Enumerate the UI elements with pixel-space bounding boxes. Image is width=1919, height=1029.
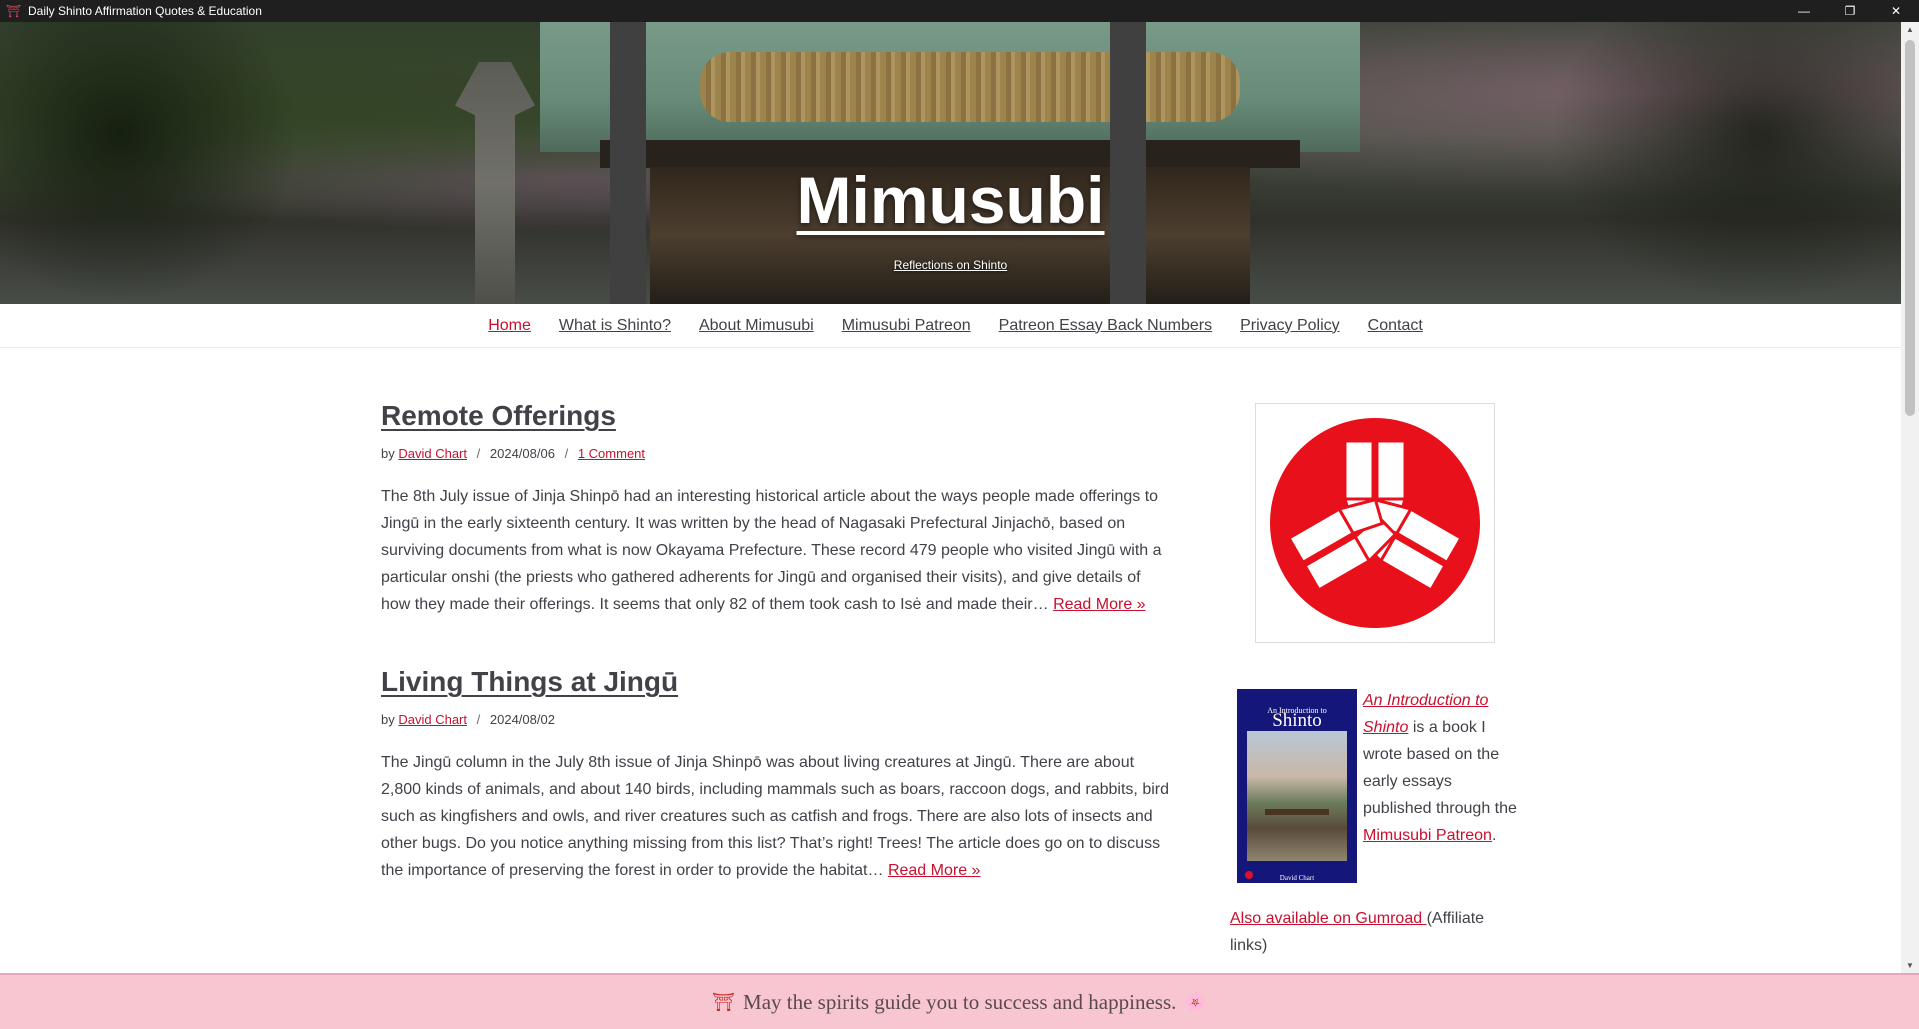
book-cover-publisher-mark bbox=[1245, 871, 1253, 879]
gumroad-link[interactable]: Also available on Gumroad bbox=[1230, 910, 1427, 927]
post-meta: by David Chart / 2024/08/06 / 1 Comment bbox=[381, 446, 1171, 461]
post-date: 2024/08/02 bbox=[489, 712, 555, 727]
restore-button[interactable]: ❐ bbox=[1827, 0, 1873, 22]
minimize-button[interactable]: — bbox=[1781, 0, 1827, 22]
mitsu-kashiwa-crest-icon bbox=[1270, 418, 1480, 628]
nav-item-home[interactable]: Home bbox=[488, 317, 531, 335]
primary-nav: Home What is Shinto? About Mimusubi Mimu… bbox=[0, 304, 1901, 348]
window-titlebar: ⛩ Daily Shinto Affirmation Quotes & Educ… bbox=[0, 0, 1919, 22]
nav-item-mimusubi-patreon[interactable]: Mimusubi Patreon bbox=[842, 317, 971, 335]
close-button[interactable]: ✕ bbox=[1873, 0, 1919, 22]
torii-icon: ⛩ bbox=[6, 4, 22, 18]
meta-separator: / bbox=[564, 446, 569, 461]
affirmation-banner: ⛩ May the spirits guide you to success a… bbox=[0, 973, 1919, 1029]
post-excerpt-text: The 8th July issue of Jinja Shinpō had a… bbox=[381, 488, 1162, 613]
gumroad-line: Also available on Gumroad (Affiliate lin… bbox=[1230, 905, 1520, 959]
post-title-link[interactable]: Remote Offerings bbox=[381, 400, 616, 431]
post-by-label: by bbox=[381, 446, 395, 461]
post-item: Remote Offerings by David Chart / 2024/0… bbox=[381, 400, 1171, 618]
meta-separator: / bbox=[476, 446, 481, 461]
hero-header: Mimusubi Reflections on Shinto bbox=[0, 22, 1901, 304]
site-logo-widget bbox=[1255, 403, 1495, 643]
post-item: Living Things at Jingū by David Chart / … bbox=[381, 666, 1171, 884]
book-cover-torii bbox=[1265, 809, 1329, 859]
post-author-link[interactable]: David Chart bbox=[398, 712, 467, 727]
scroll-up-icon[interactable]: ▲ bbox=[1901, 22, 1919, 38]
meta-separator: / bbox=[476, 712, 481, 727]
scroll-down-icon[interactable]: ▼ bbox=[1901, 958, 1919, 974]
book-cover-title: Shinto bbox=[1272, 710, 1322, 731]
post-excerpt-text: The Jingū column in the July 8th issue o… bbox=[381, 754, 1169, 879]
book-cover-author: David Chart bbox=[1279, 874, 1315, 882]
read-more-link[interactable]: Read More » bbox=[1053, 596, 1146, 613]
site-tagline-link[interactable]: Reflections on Shinto bbox=[0, 258, 1901, 272]
nav-item-patreon-essay-back-numbers[interactable]: Patreon Essay Back Numbers bbox=[999, 317, 1212, 335]
post-excerpt: The 8th July issue of Jinja Shinpō had a… bbox=[381, 483, 1171, 618]
nav-item-contact[interactable]: Contact bbox=[1368, 317, 1423, 335]
nav-item-about-mimusubi[interactable]: About Mimusubi bbox=[699, 317, 814, 335]
site-title-link[interactable]: Mimusubi bbox=[0, 162, 1901, 238]
post-by-label: by bbox=[381, 712, 395, 727]
page-scrollbar[interactable]: ▲ ▼ bbox=[1901, 22, 1919, 974]
post-title-link[interactable]: Living Things at Jingū bbox=[381, 666, 678, 697]
affirmation-text: May the spirits guide you to success and… bbox=[743, 989, 1177, 1014]
post-author-link[interactable]: David Chart bbox=[398, 446, 467, 461]
post-excerpt: The Jingū column in the July 8th issue o… bbox=[381, 749, 1171, 884]
read-more-link[interactable]: Read More » bbox=[888, 862, 981, 879]
post-date: 2024/08/06 bbox=[489, 446, 555, 461]
book-cover-image[interactable]: An Introduction to Shinto David Chart bbox=[1237, 689, 1357, 883]
post-comments-link[interactable]: 1 Comment bbox=[578, 446, 645, 461]
cherry-blossom-icon: 🌸 bbox=[1184, 991, 1207, 1012]
book-description-end: . bbox=[1491, 827, 1497, 844]
window-controls: — ❐ ✕ bbox=[1781, 0, 1919, 22]
window-title: Daily Shinto Affirmation Quotes & Educat… bbox=[28, 4, 262, 18]
post-list: Remote Offerings by David Chart / 2024/0… bbox=[381, 400, 1171, 932]
torii-icon: ⛩ bbox=[712, 991, 736, 1012]
nav-item-privacy-policy[interactable]: Privacy Policy bbox=[1240, 317, 1340, 335]
post-meta: by David Chart / 2024/08/02 bbox=[381, 712, 1171, 727]
scrollbar-thumb[interactable] bbox=[1905, 40, 1915, 416]
nav-item-what-is-shinto[interactable]: What is Shinto? bbox=[559, 317, 671, 335]
mimusubi-patreon-link[interactable]: Mimusubi Patreon bbox=[1363, 827, 1492, 844]
book-widget: An Introduction to Shinto David Chart An… bbox=[1230, 687, 1520, 959]
